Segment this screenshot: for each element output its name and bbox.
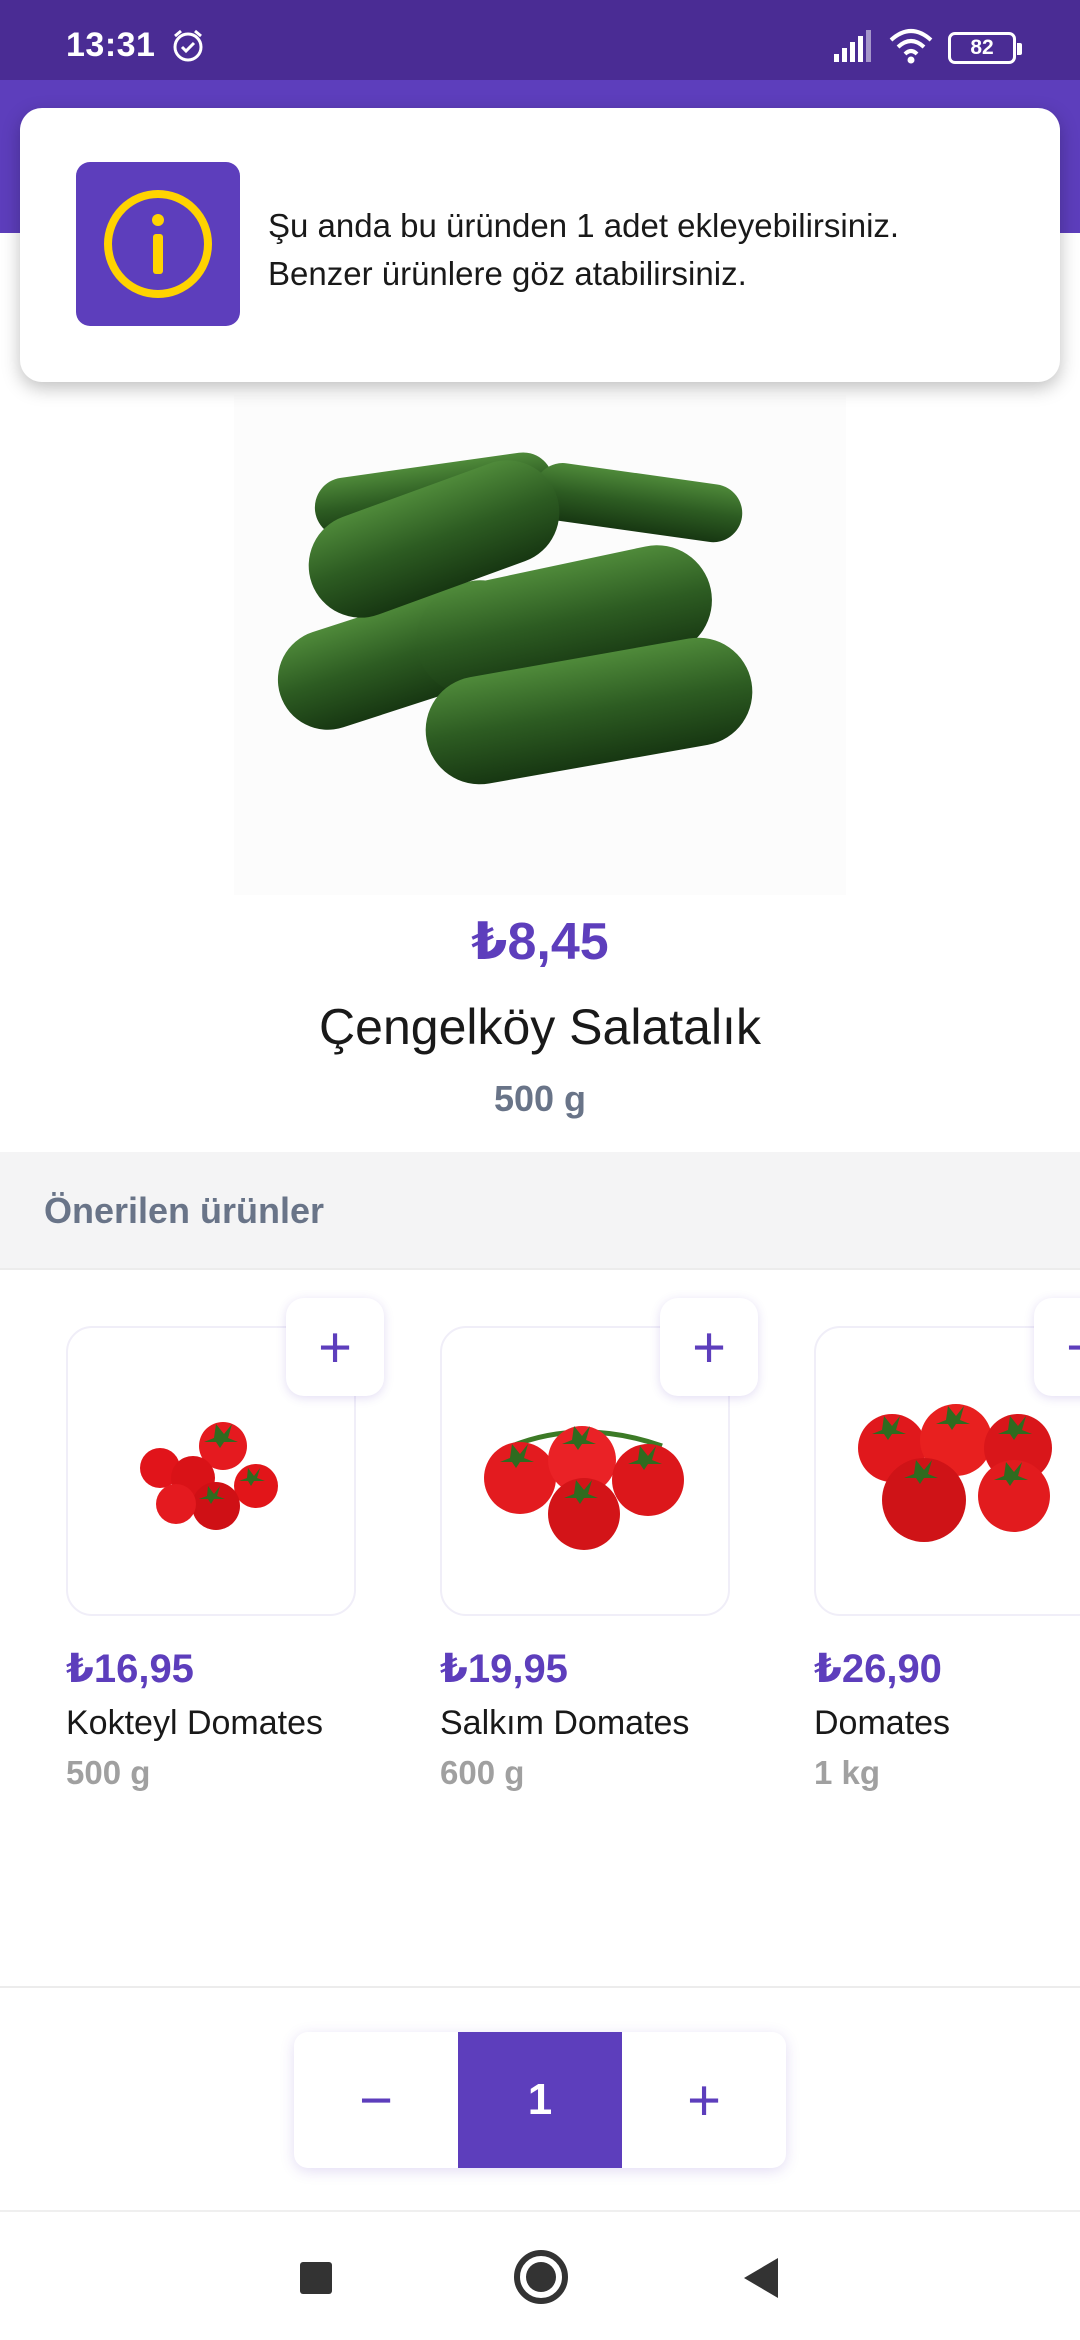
alarm-icon [173, 29, 203, 62]
recommended-title: Önerilen ürünler [44, 1190, 325, 1231]
signal-icon [834, 30, 871, 62]
home-button[interactable] [514, 2250, 568, 2304]
quantity-value: 1 [458, 2032, 622, 2168]
status-bar: 13:31 82 [0, 0, 1080, 80]
toast-line-1: Şu anda bu üründen 1 adet ekleyebilirsin… [268, 207, 900, 244]
quantity-bar: − 1 + [0, 1986, 1080, 2210]
product-card-weight: 1 kg [814, 1754, 881, 1791]
product-card-name: Domates [814, 1704, 951, 1742]
recents-button[interactable] [300, 2262, 332, 2294]
product-price: ₺8,45 [471, 913, 609, 971]
navigation-bar [0, 2210, 1080, 2340]
status-time: 13:31 [66, 26, 156, 64]
quantity-stepper[interactable]: − 1 + [294, 2032, 786, 2168]
cucumber-image [277, 452, 753, 785]
product-name: Çengelköy Salatalık [319, 999, 761, 1055]
product-card-price: ₺26,90 [814, 1647, 942, 1691]
product-card-price: ₺16,95 [66, 1647, 194, 1691]
battery-icon: 82 [948, 32, 1022, 64]
product-card-name: Kokteyl Domates [66, 1704, 323, 1742]
increase-quantity-button[interactable]: + [622, 2032, 786, 2168]
battery-level: 82 [970, 36, 994, 59]
wifi-icon [889, 29, 933, 64]
info-icon [104, 190, 212, 298]
recommended-section-header: Önerilen ürünler [0, 1152, 1080, 1270]
add-to-cart-button[interactable]: + [660, 1298, 758, 1396]
info-icon-box [76, 162, 240, 326]
add-to-cart-button[interactable]: + [1034, 1298, 1080, 1396]
product-weight: 500 g [493, 1078, 587, 1119]
product-card-weight: 500 g [66, 1754, 151, 1791]
toast-message: Şu anda bu üründen 1 adet ekleyebilirsin… [268, 202, 1028, 298]
product-card-name: Salkım Domates [440, 1704, 690, 1742]
product-card-weight: 600 g [440, 1754, 525, 1791]
info-toast[interactable]: Şu anda bu üründen 1 adet ekleyebilirsin… [20, 108, 1060, 382]
add-to-cart-button[interactable]: + [286, 1298, 384, 1396]
toast-line-2: Benzer ürünlere göz atabilirsiniz. [268, 255, 747, 292]
recommended-list[interactable]: + ₺16,95 Kokteyl Domates 500 g + ₺19,95 [0, 1270, 1080, 1820]
decrease-quantity-button[interactable]: − [294, 2032, 458, 2168]
product-image [234, 395, 846, 895]
product-card-price: ₺19,95 [440, 1647, 568, 1691]
back-button[interactable] [744, 2258, 778, 2298]
